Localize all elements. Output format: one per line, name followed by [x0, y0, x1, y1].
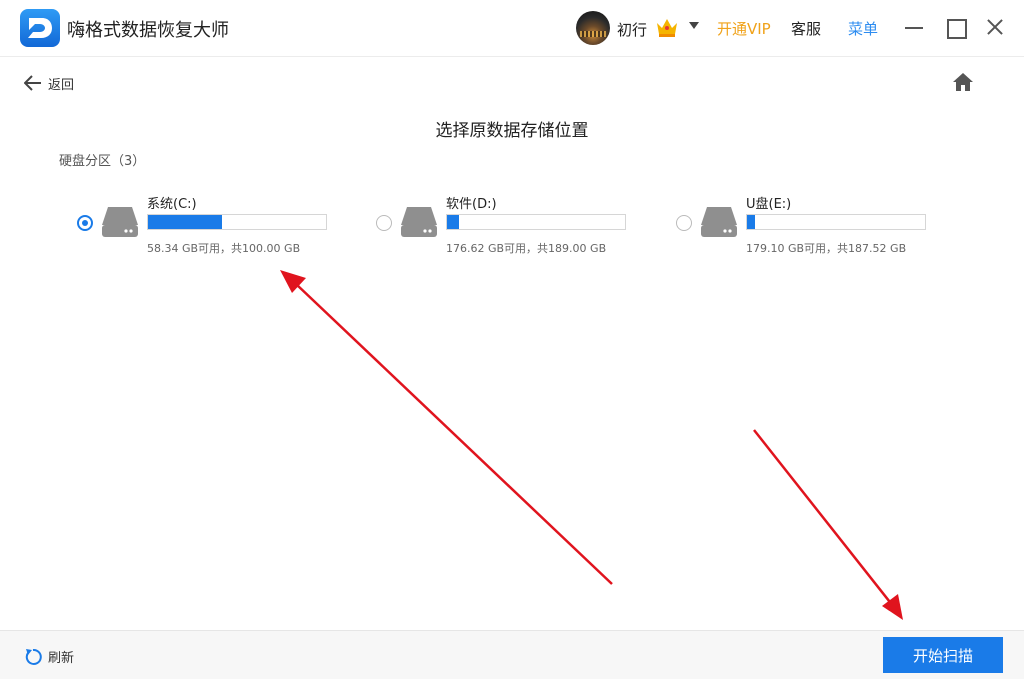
partition-size-text: 176.62 GB可用，共189.00 GB	[446, 242, 607, 255]
maximize-icon[interactable]	[942, 14, 968, 40]
partition-name: 系统(C:)	[147, 197, 197, 212]
partition-usage-fill	[148, 215, 223, 229]
hard-drive-icon	[401, 207, 437, 237]
refresh-label: 刷新	[48, 651, 75, 666]
username[interactable]: 初行	[617, 19, 647, 40]
annotation-arrow-to-start	[753, 429, 903, 620]
refresh-button[interactable]: 刷新	[24, 647, 74, 666]
partition-name: U盘(E:)	[746, 197, 792, 212]
partition-radio[interactable]	[77, 215, 93, 231]
hard-drive-icon	[701, 207, 737, 237]
back-button[interactable]: 返回	[24, 72, 74, 94]
partition-size-text: 58.34 GB可用，共100.00 GB	[147, 242, 301, 255]
partition-usage-fill	[747, 215, 755, 229]
close-icon[interactable]	[982, 14, 1008, 40]
hard-drive-icon	[102, 207, 138, 237]
partition-name: 软件(D:)	[446, 197, 497, 212]
partition-usage-bar	[746, 214, 926, 230]
minimize-icon[interactable]	[901, 14, 927, 40]
refresh-icon	[25, 648, 42, 665]
partition-radio[interactable]	[376, 215, 392, 231]
home-icon[interactable]	[952, 72, 974, 92]
open-vip-link[interactable]: 开通VIP	[717, 18, 771, 39]
chevron-down-icon[interactable]	[689, 22, 699, 29]
partition-item-d[interactable]: 软件(D:) 176.62 GB可用，共189.00 GB	[376, 190, 636, 260]
start-scan-button[interactable]: 开始扫描	[883, 637, 1003, 673]
annotation-arrows	[280, 270, 903, 620]
crown-icon	[657, 19, 677, 37]
partition-usage-bar	[147, 214, 327, 230]
customer-service-link[interactable]: 客服	[791, 18, 821, 39]
footer-bar: 刷新 开始扫描	[0, 630, 1024, 679]
partition-item-e[interactable]: U盘(E:) 179.10 GB可用，共187.52 GB	[676, 190, 936, 260]
partition-usage-bar	[446, 214, 626, 230]
partition-item-c[interactable]: 系统(C:) 58.34 GB可用，共100.00 GB	[77, 190, 337, 260]
menu-link[interactable]: 菜单	[848, 18, 878, 39]
avatar[interactable]	[576, 11, 610, 45]
partition-size-text: 179.10 GB可用，共187.52 GB	[746, 242, 907, 255]
title-bar: 嗨格式数据恢复大师 初行 开通VIP 客服 菜单	[0, 0, 1024, 57]
back-label: 返回	[48, 77, 75, 93]
partition-usage-fill	[447, 215, 459, 229]
partition-section-label: 硬盘分区（3）	[59, 154, 146, 169]
app-title: 嗨格式数据恢复大师	[67, 20, 229, 41]
annotation-arrow-to-partition	[280, 270, 613, 585]
page-heading: 选择原数据存储位置	[435, 121, 589, 141]
app-logo-icon	[20, 9, 60, 47]
arrow-left-icon	[24, 75, 41, 91]
partition-radio[interactable]	[676, 215, 692, 231]
